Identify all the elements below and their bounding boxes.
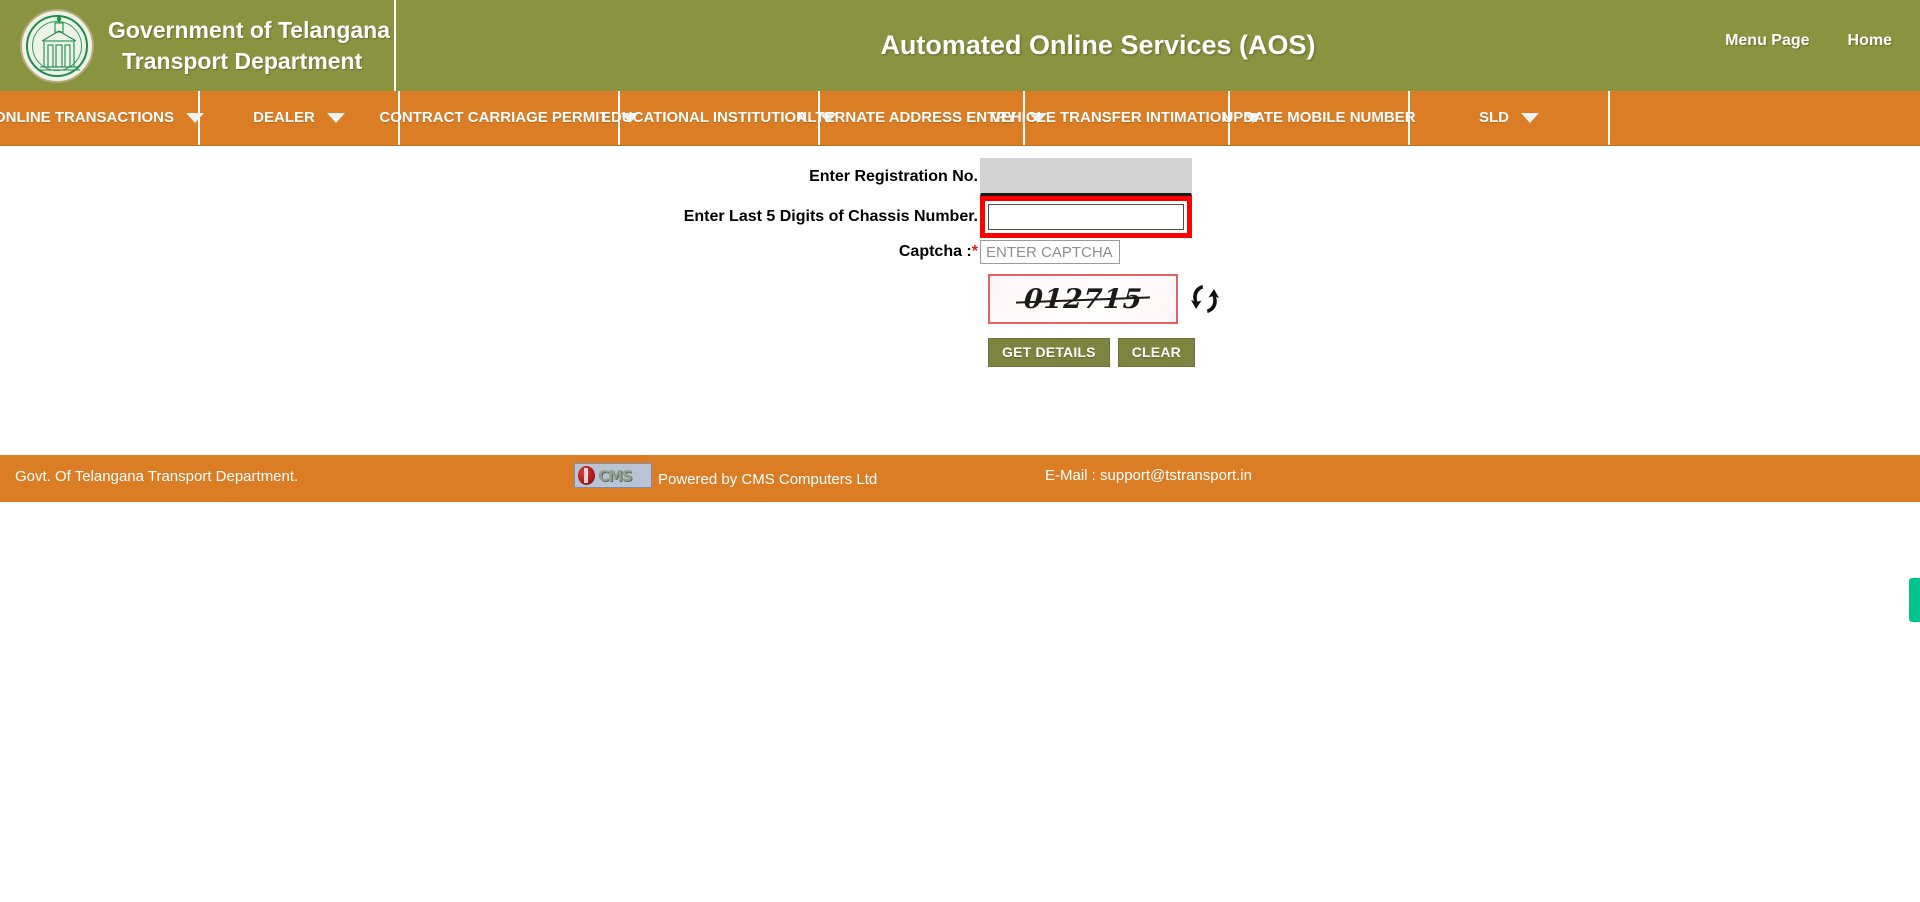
cms-logo-icon: CMS	[574, 463, 652, 488]
chevron-down-icon	[1521, 113, 1539, 123]
footer-department-text: Govt. Of Telangana Transport Department.	[15, 468, 299, 485]
captcha-row: Captcha :*	[0, 240, 1120, 264]
captcha-label-text: Captcha :	[898, 243, 972, 260]
nav-item-label: VEHICLE TRANSFER INTIMATION	[990, 109, 1233, 127]
powered-by-text: Powered by CMS Computers Ltd	[658, 470, 878, 488]
cms-mark-icon	[578, 466, 595, 485]
registration-row: Enter Registration No.	[0, 158, 1192, 196]
nav-item-online-transactions[interactable]: ONLINE TRANSACTIONS	[0, 91, 204, 145]
chassis-label: Enter Last 5 Digits of Chassis Number.	[683, 208, 978, 225]
registration-input[interactable]	[980, 158, 1192, 196]
nav-filler	[1610, 91, 1920, 145]
refresh-arrows-icon[interactable]	[1188, 282, 1222, 316]
main-navigation: ONLINE TRANSACTIONS DEALER CONTRACT CARR…	[0, 91, 1920, 146]
form-buttons: GET DETAILS CLEAR	[988, 338, 1195, 367]
footer-email: E-Mail : support@tstransport.in	[1045, 467, 1252, 484]
telangana-state-emblem-icon	[20, 8, 94, 83]
footer-powered-by: CMS Powered by CMS Computers Ltd	[574, 463, 877, 488]
nav-item-label: SLD	[1479, 109, 1509, 127]
chassis-input[interactable]	[988, 204, 1184, 230]
page-title: Automated Online Services (AOS)	[880, 30, 1316, 60]
nav-item-label: UPDATE MOBILE NUMBER	[1222, 109, 1416, 127]
nav-item-dealer[interactable]: DEALER	[200, 91, 400, 145]
captcha-label: Captcha :*	[0, 243, 980, 261]
nav-item-label: EDUCATIONAL INSTITUTION	[600, 109, 808, 127]
main-content: Enter Registration No. Enter Last 5 Digi…	[0, 146, 1920, 622]
nav-item-label: ALTERNATE ADDRESS ENTRY	[796, 109, 1017, 127]
captcha-image-row: 012715	[988, 274, 1222, 324]
nav-item-update-mobile-number[interactable]: UPDATE MOBILE NUMBER	[1222, 91, 1416, 145]
captcha-input[interactable]	[980, 240, 1120, 264]
page-header: Government of Telangana Transport Depart…	[0, 0, 1920, 91]
nav-item-vehicle-transfer-intimation[interactable]: VEHICLE TRANSFER INTIMATION	[991, 91, 1263, 145]
nav-item-educational-institution[interactable]: EDUCATIONAL INSTITUTION	[601, 91, 838, 145]
chassis-highlight-box	[980, 196, 1192, 238]
header-links: Menu Page Home	[1725, 32, 1892, 50]
menu-page-link[interactable]: Menu Page	[1725, 32, 1809, 50]
nav-item-label: ONLINE TRANSACTIONS	[0, 109, 174, 127]
nav-item-label: CONTRACT CARRIAGE PERMIT	[379, 109, 609, 127]
home-link[interactable]: Home	[1848, 32, 1892, 50]
nav-item-label: DEALER	[253, 109, 315, 127]
captcha-image: 012715	[988, 274, 1178, 324]
nav-item-sld[interactable]: SLD	[1410, 91, 1610, 145]
chassis-row: Enter Last 5 Digits of Chassis Number.	[0, 196, 1192, 238]
nav-item-contract-carriage-permit[interactable]: CONTRACT CARRIAGE PERMIT	[379, 91, 639, 145]
page-footer: Govt. Of Telangana Transport Department.…	[0, 455, 1920, 502]
registration-label: Enter Registration No.	[809, 168, 978, 185]
get-details-button[interactable]: GET DETAILS	[988, 338, 1110, 367]
clear-button[interactable]: CLEAR	[1117, 338, 1195, 367]
cms-logo-text: CMS	[598, 466, 633, 485]
chevron-down-icon	[326, 113, 345, 123]
required-asterisk: *	[971, 243, 978, 260]
side-edge-tab[interactable]	[1909, 578, 1920, 622]
